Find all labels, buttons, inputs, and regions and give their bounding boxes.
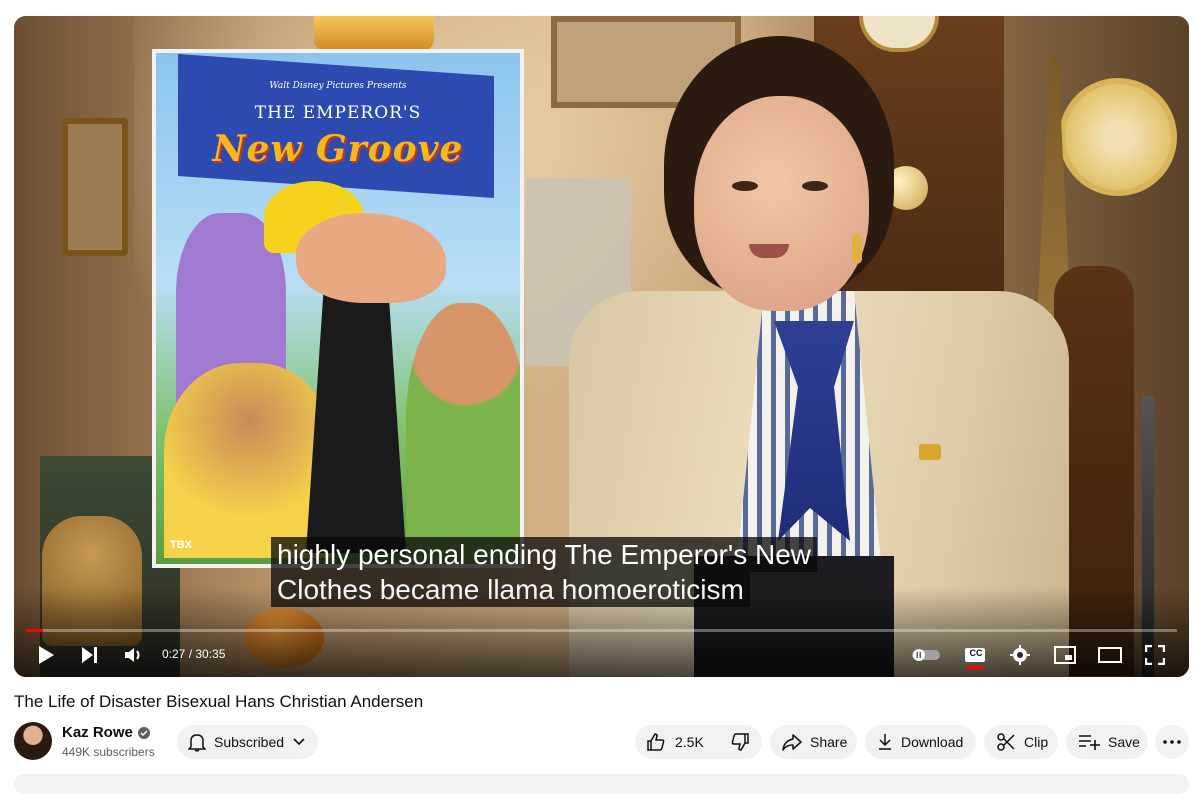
brooch (919, 444, 941, 460)
caption-line: highly personal ending The Emperor's New (271, 537, 818, 572)
like-dislike-group: 2.5K (635, 725, 762, 759)
download-label: Download (901, 734, 964, 750)
like-button[interactable]: 2.5K (635, 725, 716, 759)
next-button[interactable] (78, 643, 102, 667)
poster-llama-head (296, 213, 446, 303)
progress-bar[interactable] (26, 629, 1177, 632)
poster-rating: TBX (170, 539, 192, 551)
subscriber-count: 449K subscribers (62, 745, 155, 759)
time-separator: / (185, 647, 196, 661)
like-count: 2.5K (675, 734, 704, 750)
miniplayer-button[interactable] (1053, 643, 1077, 667)
share-button[interactable]: Share (770, 725, 857, 759)
settings-button[interactable] (1008, 643, 1032, 667)
theater-mode-button[interactable] (1097, 643, 1123, 667)
scissors-icon (996, 732, 1016, 752)
poster-title-banner (178, 53, 494, 199)
more-actions-button[interactable] (1155, 725, 1189, 759)
subscribed-label: Subscribed (214, 734, 285, 750)
right-eye (802, 181, 828, 191)
download-icon (877, 733, 893, 751)
wall-frame (62, 118, 128, 256)
verified-icon (137, 726, 150, 739)
volume-button[interactable] (122, 643, 146, 667)
chevron-down-icon (292, 737, 306, 747)
lamp (314, 16, 434, 50)
download-button[interactable]: Download (865, 725, 976, 759)
fullscreen-button[interactable] (1143, 643, 1167, 667)
poster-title-line1: THE EMPEROR'S (254, 103, 422, 123)
save-button[interactable]: Save (1066, 725, 1148, 759)
time-total: 30:35 (195, 647, 226, 661)
share-label: Share (810, 734, 848, 750)
share-icon (782, 733, 802, 751)
save-label: Save (1108, 734, 1140, 750)
autoplay-toggle[interactable] (910, 643, 942, 667)
time-display: 0:27 / 30:35 (162, 646, 225, 662)
movie-poster: Walt Disney Pictures Presents THE EMPERO… (152, 49, 524, 568)
channel-name-link[interactable]: Kaz Rowe (62, 724, 150, 741)
settings-icon (1010, 645, 1030, 665)
bell-icon (188, 732, 206, 752)
channel-name: Kaz Rowe (62, 724, 133, 741)
clip-button[interactable]: Clip (984, 725, 1058, 759)
progress-played (26, 629, 43, 632)
channel-avatar[interactable] (14, 722, 52, 760)
description-box[interactable] (14, 774, 1189, 794)
captions-active-indicator (966, 666, 984, 669)
video-title: The Life of Disaster Bisexual Hans Chris… (14, 692, 424, 711)
more-icon (1163, 740, 1181, 744)
poster-character-pacha (406, 303, 520, 563)
thumbs-up-icon (646, 732, 666, 752)
volume-icon (125, 648, 140, 662)
theater-icon (1098, 647, 1122, 663)
play-icon (39, 646, 54, 664)
save-playlist-icon (1078, 734, 1100, 750)
captions-label: CC (969, 648, 983, 658)
subscribed-button[interactable]: Subscribed (177, 725, 318, 759)
poster-title-line2: New Groove (212, 128, 464, 170)
dislike-button[interactable] (716, 725, 764, 759)
play-button[interactable] (34, 643, 58, 667)
earring (852, 234, 862, 264)
left-eye (732, 181, 758, 191)
next-icon (82, 647, 97, 663)
thumbs-down-icon (730, 732, 750, 752)
fullscreen-icon (1145, 645, 1165, 665)
miniplayer-icon (1054, 646, 1076, 664)
face (694, 96, 869, 311)
time-current: 0:27 (162, 647, 186, 661)
clip-label: Clip (1024, 734, 1049, 750)
video-player[interactable]: Walt Disney Pictures Presents THE EMPERO… (14, 16, 1189, 677)
poster-brand: Walt Disney Pictures Presents (269, 81, 407, 91)
autoplay-toggle-icon (912, 649, 940, 661)
